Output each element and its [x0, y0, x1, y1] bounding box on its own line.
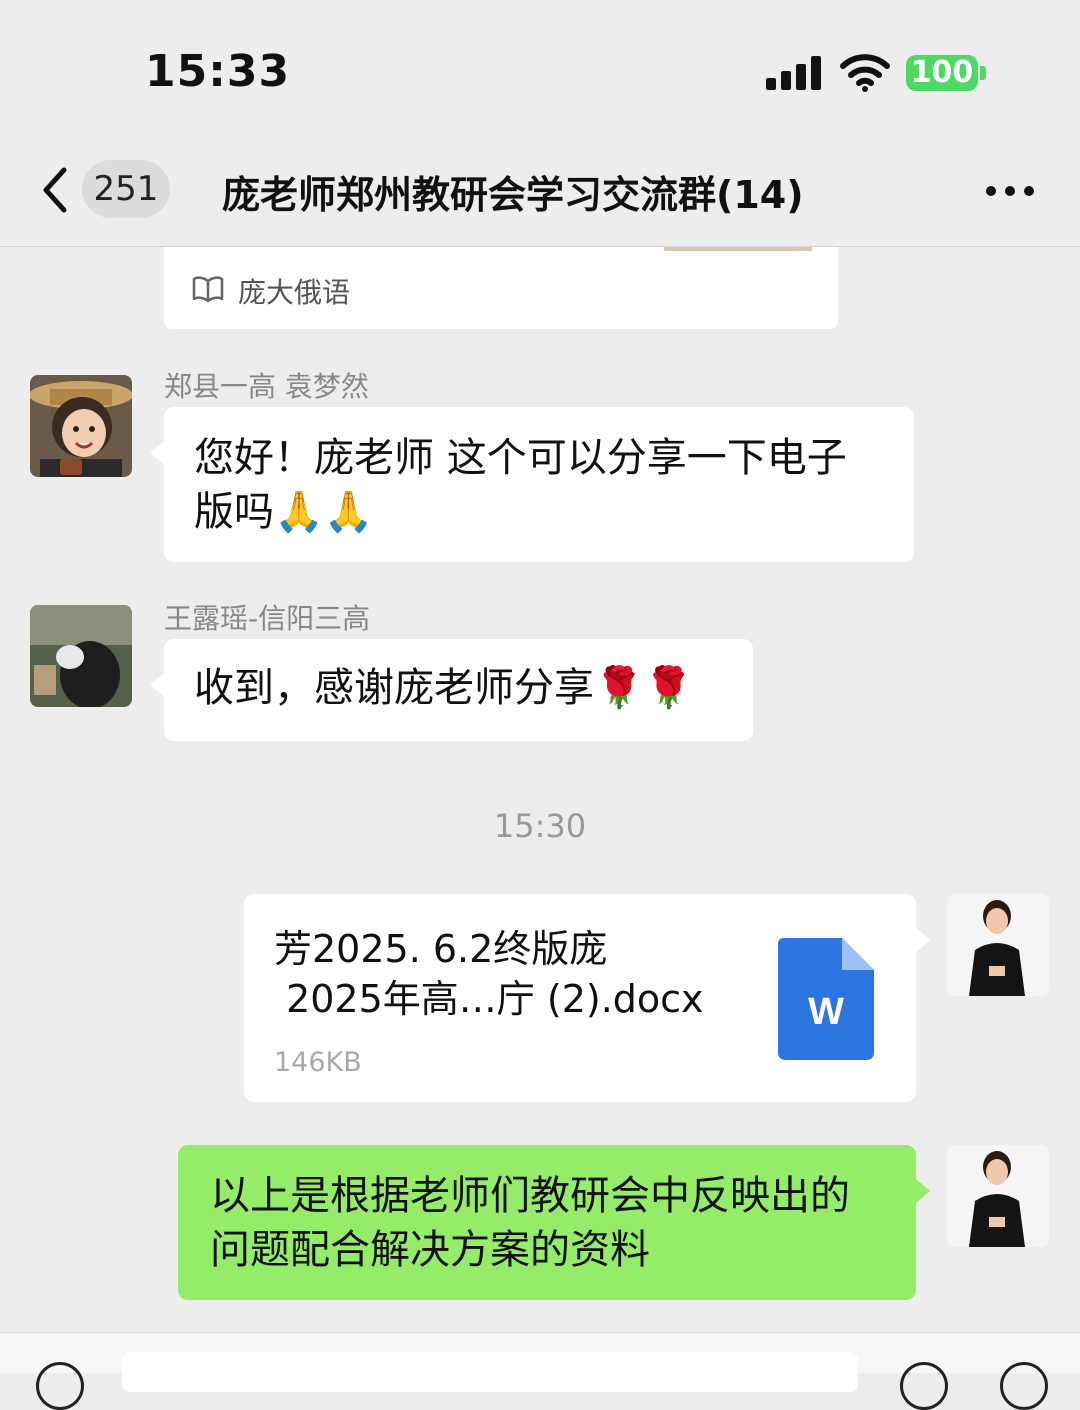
chat-title[interactable]: 庞老师郑州教研会学习交流群(14)	[222, 164, 804, 219]
signal-icon	[766, 56, 821, 90]
more-icon[interactable]	[986, 186, 1034, 196]
file-message-bubble[interactable]: 芳2025. 6.2终版庞 2025年高…庁 (2).docx 146KB W	[244, 894, 930, 1102]
own-avatar[interactable]	[947, 1145, 1049, 1247]
card-source-label: 庞大俄语	[238, 276, 351, 309]
message-text: 收到，感谢庞老师分享🌹🌹	[194, 665, 694, 711]
file-name-line: 芳2025. 6.2终版庞	[274, 927, 608, 971]
unread-count-badge[interactable]: 251	[82, 160, 170, 218]
message-bubble[interactable]: 您好！庞老师 这个可以分享一下电子版吗🙏🙏	[150, 407, 914, 562]
wifi-icon	[840, 54, 890, 92]
battery-indicator: 100	[906, 55, 978, 91]
voice-toggle-icon[interactable]	[36, 1362, 84, 1410]
back-chevron-icon[interactable]	[38, 166, 74, 214]
emoji-icon[interactable]	[900, 1362, 948, 1410]
sender-name: 郑县一高 袁梦然	[164, 370, 369, 403]
book-icon	[192, 276, 224, 303]
word-icon-letter: W	[808, 991, 844, 1033]
own-avatar[interactable]	[947, 894, 1049, 996]
battery-tip	[980, 66, 986, 80]
own-message-bubble[interactable]: 以上是根据老师们教研会中反映出的问题配合解决方案的资料	[178, 1145, 930, 1300]
avatar[interactable]	[30, 375, 132, 477]
avatar[interactable]	[30, 605, 132, 707]
message-input[interactable]	[122, 1352, 858, 1392]
message-timestamp: 15:30	[493, 807, 587, 845]
status-time: 15:33	[145, 46, 291, 97]
file-name: 芳2025. 6.2终版庞 2025年高…庁 (2).docx	[274, 924, 734, 1024]
message-text: 您好！庞老师 这个可以分享一下电子版吗🙏🙏	[194, 435, 847, 535]
message-text: 以上是根据老师们教研会中反映出的问题配合解决方案的资料	[210, 1173, 850, 1273]
card-image-edge	[664, 247, 812, 251]
add-icon[interactable]	[1000, 1362, 1048, 1410]
chat-message-list[interactable]: 庞大俄语 郑县一高 袁梦然 您好！庞老师 这个可以分享一下电子版吗🙏🙏 王露瑶-…	[0, 247, 1080, 1332]
sender-name: 王露瑶-信阳三高	[164, 602, 371, 635]
word-doc-icon: W	[778, 938, 874, 1060]
message-bubble[interactable]: 收到，感谢庞老师分享🌹🌹	[150, 639, 753, 741]
file-name-line: 2025年高…庁 (2).docx	[274, 977, 704, 1021]
file-size: 146KB	[274, 1047, 362, 1078]
